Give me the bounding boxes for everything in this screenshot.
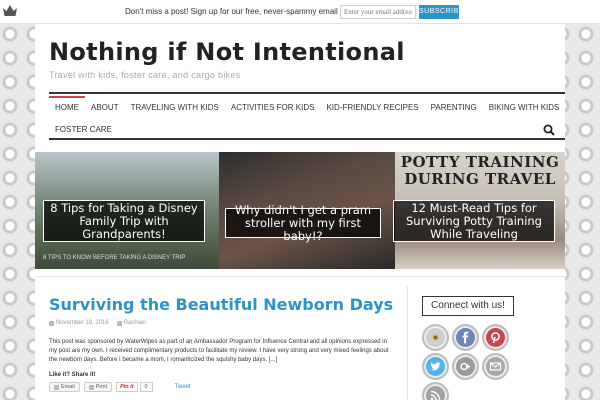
featured-slider: 8 TIPS TO KNOW BEFORE TAKING A DISNEY TR… — [35, 152, 565, 269]
pin-count: 0 — [139, 382, 153, 392]
main-navigation: HOME ABOUT TRAVELING WITH KIDS ACTIVITIE… — [49, 92, 565, 140]
twitter-icon[interactable] — [422, 353, 449, 380]
envelope-icon — [54, 384, 59, 390]
signup-email-input[interactable] — [340, 5, 416, 19]
print-button[interactable]: Print — [83, 382, 113, 392]
email-share-label: Email — [61, 384, 75, 390]
subscribe-button[interactable]: SUBSCRIBE — [419, 5, 464, 19]
google-plus-icon[interactable] — [452, 353, 479, 380]
facebook-icon[interactable] — [452, 324, 479, 351]
slide-caption: 8 TIPS TO KNOW BEFORE TAKING A DISNEY TR… — [43, 255, 186, 261]
crown-icon — [3, 5, 17, 16]
post-excerpt: This post was sponsored by WaterWipes as… — [49, 339, 389, 363]
post-author[interactable]: Rachael — [116, 320, 146, 326]
printer-icon — [88, 384, 94, 390]
nav-item-parenting[interactable]: PARENTING — [425, 96, 483, 118]
post-date-text: November 18, 2016 — [56, 320, 109, 326]
signup-message: Don't miss a post! Sign up for our free,… — [125, 7, 371, 16]
nav-item-kid-friendly-recipes[interactable]: KID-FRIENDLY RECIPES — [320, 96, 424, 118]
nav-item-traveling-with-kids[interactable]: TRAVELING WITH KIDS — [125, 96, 225, 118]
subscribe-label: SUBSCRIBE — [419, 8, 464, 15]
sidebar: Connect with us! — [407, 286, 565, 400]
post-meta: November 18, 2016 Rachael — [49, 320, 146, 326]
nav-item-biking-with-kids[interactable]: BIKING WITH KIDS — [483, 96, 566, 118]
rss-icon[interactable] — [422, 382, 449, 400]
slide-title-text: Why didn't I get a pram stroller with my… — [234, 202, 372, 243]
user-icon — [116, 320, 122, 326]
site-tagline: Travel with kids, foster care, and cargo… — [49, 70, 241, 80]
nav-item-activities-for-kids[interactable]: ACTIVITIES FOR KIDS — [225, 96, 321, 118]
email-icon[interactable] — [482, 353, 509, 380]
tweet-button[interactable]: Tweet — [175, 384, 191, 390]
slide-title-text: 8 Tips for Taking a Disney Family Trip w… — [50, 200, 198, 241]
divider — [35, 276, 565, 277]
slide-title-pram[interactable]: Why didn't I get a pram stroller with my… — [225, 203, 381, 242]
slide-title-disney[interactable]: 8 Tips for Taking a Disney Family Trip w… — [43, 200, 205, 242]
pinterest-icon[interactable] — [482, 324, 509, 351]
calendar-icon — [49, 320, 54, 326]
nav-item-foster-care[interactable]: FOSTER CARE — [49, 118, 118, 140]
slide-title-text: 12 Must-Read Tips for Surviving Potty Tr… — [406, 200, 542, 241]
share-buttons: Email Print Pin it 0 Tweet — [49, 382, 191, 392]
slide-image-text: POTTY TRAINING DURING TRAVEL — [400, 153, 560, 188]
pin-it-label: Pin it — [116, 382, 138, 392]
post-title[interactable]: Surviving the Beautiful Newborn Days — [49, 295, 393, 314]
print-label: Print — [95, 384, 108, 390]
sunflower-icon[interactable] — [422, 324, 449, 351]
email-signup-bar: Don't miss a post! Sign up for our free,… — [0, 0, 600, 24]
page-container: Nothing if Not Intentional Travel with k… — [35, 24, 565, 400]
nav-row: FOSTER CARE — [49, 118, 118, 140]
search-icon[interactable] — [543, 124, 555, 136]
nav-item-about[interactable]: ABOUT — [85, 96, 125, 118]
post-author-text: Rachael — [123, 320, 146, 326]
site-title[interactable]: Nothing if Not Intentional — [49, 38, 405, 66]
pin-it-button[interactable]: Pin it 0 — [116, 382, 153, 392]
like-share-heading: Like it? Share it! — [49, 372, 96, 378]
social-icons-grid — [422, 324, 510, 400]
nav-row: HOME ABOUT TRAVELING WITH KIDS ACTIVITIE… — [49, 96, 565, 118]
connect-heading: Connect with us! — [422, 296, 514, 316]
post-date: November 18, 2016 — [49, 320, 109, 326]
slide-title-potty[interactable]: 12 Must-Read Tips for Surviving Potty Tr… — [393, 200, 555, 242]
nav-item-home[interactable]: HOME — [49, 96, 85, 118]
email-share-button[interactable]: Email — [49, 382, 80, 392]
